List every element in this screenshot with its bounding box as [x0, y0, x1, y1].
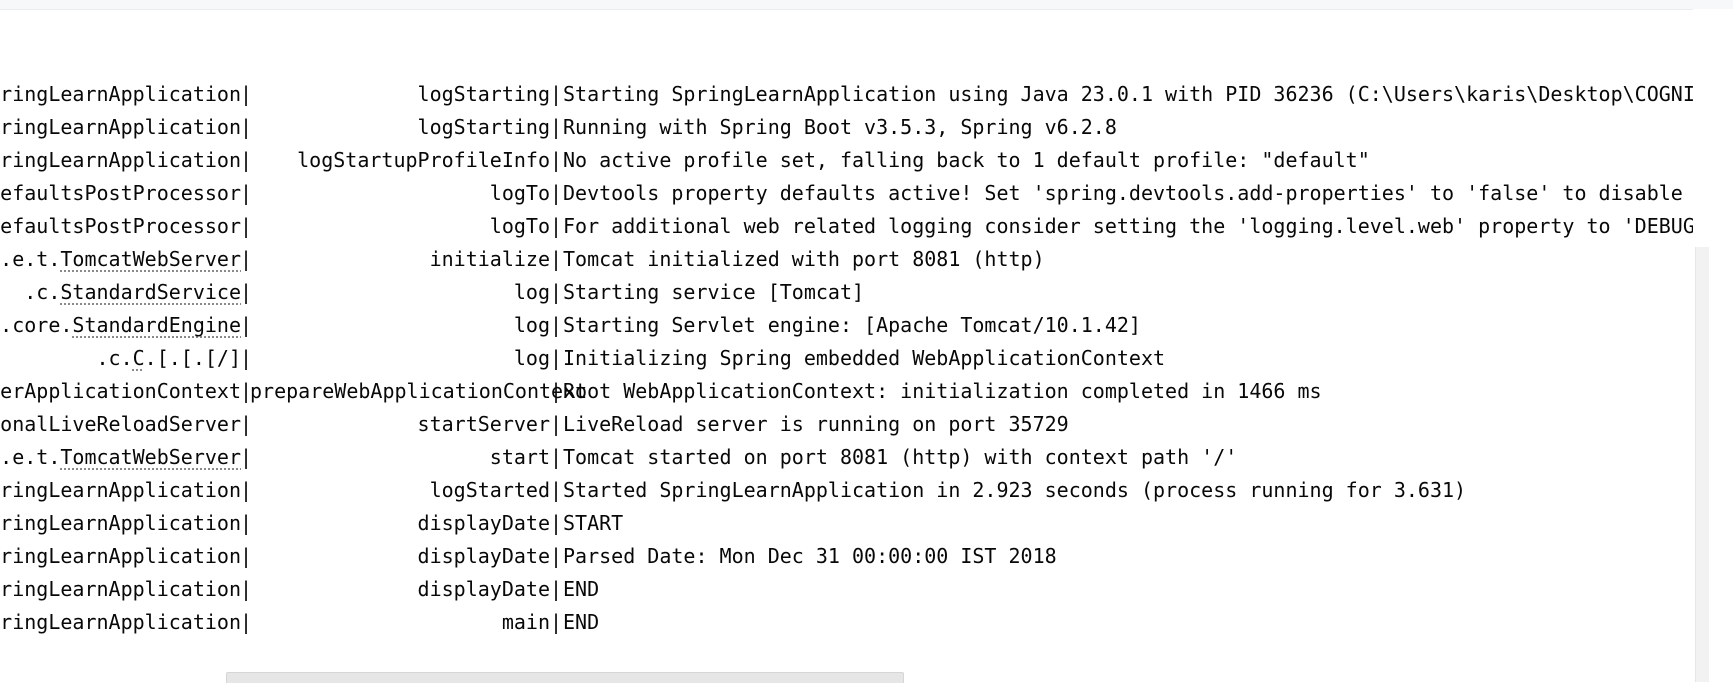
log-logger-name: onalLiveReloadServer [0, 408, 241, 441]
log-method-name: startServer [417, 412, 550, 436]
vertical-scrollbar-thumb[interactable] [1695, 247, 1709, 682]
log-method-name: displayDate [417, 577, 550, 601]
column-separator: | [550, 511, 563, 535]
logger-prefix: ringLearnApplication [0, 577, 241, 601]
console-output[interactable]: ringLearnApplication | logStarting | Startin… [0, 9, 1693, 682]
log-method-name: log [513, 313, 550, 337]
log-method-name: displayDate [417, 511, 550, 535]
column-separator: | [550, 181, 563, 205]
log-logger-name: .e.t.TomcatWebServer [0, 441, 241, 474]
column-separator: | [550, 412, 563, 436]
column-separator: | [550, 247, 563, 271]
log-message: No active profile set, falling back to 1… [563, 148, 1370, 172]
column-separator: | [550, 280, 563, 304]
logger-prefix: .c. [24, 280, 61, 304]
column-separator: | [550, 214, 563, 238]
log-message: Starting Servlet engine: [Apache Tomcat/… [563, 313, 1141, 337]
logger-class-link[interactable]: StandardService [60, 280, 241, 304]
log-method-name: displayDate [417, 544, 550, 568]
log-message: Started SpringLearnApplication in 2.923 … [563, 478, 1467, 502]
log-logger-name: efaultsPostProcessor [0, 210, 241, 243]
log-logger-name: ringLearnApplication [0, 540, 241, 573]
logger-class-link[interactable]: C [133, 346, 145, 370]
logger-prefix: efaultsPostProcessor [0, 181, 241, 205]
column-separator: | [550, 478, 563, 502]
log-logger-name: .c.StandardService [0, 276, 241, 309]
logger-prefix: ringLearnApplication [0, 478, 241, 502]
log-method-name: prepareWebApplicationContext [250, 379, 588, 403]
logger-class-link[interactable]: TomcatWebServer [60, 445, 241, 469]
log-method-name: log [513, 346, 550, 370]
log-logger-name: .core.StandardEngine [0, 309, 241, 342]
log-logger-name: ringLearnApplication [0, 78, 241, 111]
logger-prefix: .core. [0, 313, 73, 337]
column-separator: | [550, 544, 563, 568]
log-logger-name: ringLearnApplication [0, 573, 241, 606]
column-separator: | [550, 577, 563, 601]
log-method-name: initialize [429, 247, 550, 271]
log-message: END [563, 577, 600, 601]
logger-prefix: erApplicationContext [0, 379, 241, 403]
column-separator: | [550, 115, 563, 139]
column-separator: | [550, 445, 563, 469]
logger-prefix: .e.t. [0, 247, 61, 271]
logger-class-link[interactable]: TomcatWebServer [60, 247, 241, 271]
log-logger-name: ringLearnApplication [0, 606, 241, 639]
column-separator: | [550, 82, 563, 106]
log-message: Running with Spring Boot v3.5.3, Spring … [563, 115, 1117, 139]
log-logger-name: efaultsPostProcessor [0, 177, 241, 210]
log-message: Parsed Date: Mon Dec 31 00:00:00 IST 201… [563, 544, 1057, 568]
horizontal-scrollbar-thumb[interactable] [226, 672, 904, 683]
log-method-name: log [513, 280, 550, 304]
logger-prefix: efaultsPostProcessor [0, 214, 241, 238]
logger-prefix: .e.t. [0, 445, 61, 469]
log-logger-name: .e.t.TomcatWebServer [0, 243, 241, 276]
log-message: START [563, 511, 624, 535]
log-message: Tomcat started on port 8081 (http) with … [563, 445, 1238, 469]
log-method-name: logStartupProfileInfo [297, 148, 550, 172]
column-separator: | [550, 313, 563, 337]
log-logger-name: erApplicationContext [0, 375, 241, 408]
log-message: Root WebApplicationContext: initializati… [563, 379, 1322, 403]
column-separator: | [550, 148, 563, 172]
logger-prefix: ringLearnApplication [0, 511, 241, 535]
logger-prefix: ringLearnApplication [0, 544, 241, 568]
logger-prefix: ringLearnApplication [0, 82, 241, 106]
log-method-name: logStarting [417, 115, 550, 139]
log-message: Devtools property defaults active! Set '… [563, 181, 1683, 205]
logger-prefix: ringLearnApplication [0, 115, 241, 139]
log-message: Initializing Spring embedded WebApplicat… [563, 346, 1166, 370]
log-logger-name: .c.C.[.[.[/] [0, 342, 242, 375]
log-logger-name: ringLearnApplication [0, 144, 241, 177]
column-separator: | [550, 346, 563, 370]
column-separator: | [550, 379, 563, 403]
log-message: For additional web related logging consi… [563, 214, 1693, 238]
log-message: Starting SpringLearnApplication using Ja… [563, 82, 1693, 106]
log-logger-name: ringLearnApplication [0, 111, 241, 144]
logger-prefix: .c. [96, 346, 133, 370]
log-method-name: logStarted [429, 478, 550, 502]
log-method-name: main [501, 610, 550, 634]
log-method-name: logTo [489, 181, 550, 205]
log-logger-name: ringLearnApplication [0, 507, 241, 540]
log-message: Starting service [Tomcat] [563, 280, 865, 304]
log-message: END [563, 610, 600, 634]
logger-prefix: ringLearnApplication [0, 148, 241, 172]
logger-prefix: onalLiveReloadServer [0, 412, 241, 436]
log-method-name: start [489, 445, 550, 469]
logger-class-link[interactable]: StandardEngine [72, 313, 241, 337]
column-separator: | [550, 610, 563, 634]
log-method-name: logStarting [417, 82, 550, 106]
log-logger-name: ringLearnApplication [0, 474, 241, 507]
log-method-name: logTo [489, 214, 550, 238]
log-message: LiveReload server is running on port 357… [563, 412, 1069, 436]
logger-suffix [0, 280, 24, 304]
logger-prefix: ringLearnApplication [0, 610, 241, 634]
log-message: Tomcat initialized with port 8081 (http) [563, 247, 1045, 271]
